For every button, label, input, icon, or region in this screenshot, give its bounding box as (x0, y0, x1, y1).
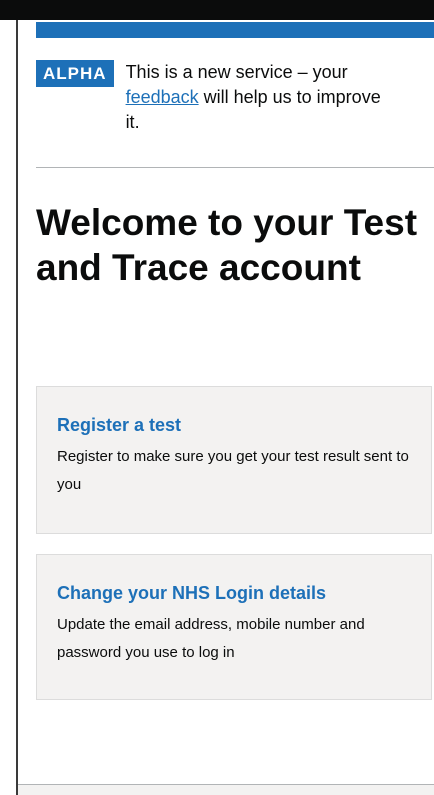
left-edge-rule (16, 20, 18, 795)
banner-divider (36, 167, 434, 168)
header-blue-bar (36, 22, 434, 38)
register-test-card: Register a test Register to make sure yo… (36, 386, 432, 534)
page-title: Welcome to your Test and Trace account (36, 202, 418, 288)
phase-text-before: This is a new service – your (125, 62, 348, 82)
phase-banner-text: This is a new service – your feedback wi… (126, 60, 386, 135)
change-login-description: Update the email address, mobile number … (57, 616, 365, 661)
browser-top-bar (0, 0, 434, 20)
change-login-card: Change your NHS Login details Update the… (36, 554, 432, 700)
register-test-description: Register to make sure you get your test … (57, 448, 409, 493)
phase-banner: ALPHA This is a new service – your feedb… (36, 60, 434, 135)
register-test-link[interactable]: Register a test (57, 413, 411, 437)
change-login-link[interactable]: Change your NHS Login details (57, 581, 411, 605)
phase-tag: ALPHA (36, 60, 114, 87)
footer (18, 785, 434, 795)
feedback-link[interactable]: feedback (126, 87, 199, 107)
